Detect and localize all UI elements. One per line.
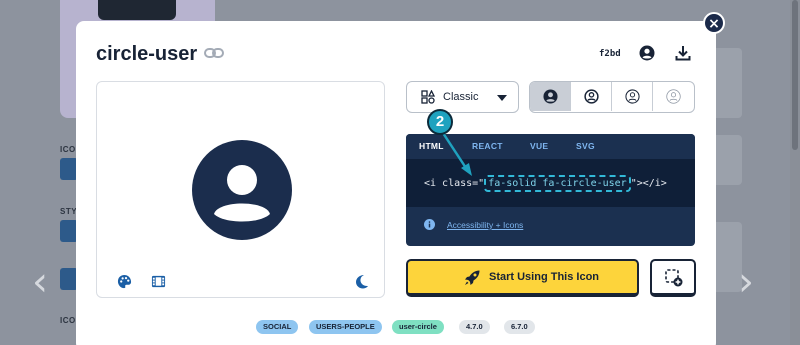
scrollbar-thumb[interactable]: [792, 0, 798, 150]
variant-light-button[interactable]: [612, 82, 653, 111]
background-label: ICO: [60, 316, 76, 325]
style-variant-group: [529, 81, 695, 113]
film-icon[interactable]: [151, 274, 166, 289]
tab-react[interactable]: REACT: [472, 141, 503, 151]
variant-solid-button[interactable]: [530, 82, 571, 111]
add-to-collection-icon: [665, 269, 683, 287]
category-tag[interactable]: SOCIAL: [256, 320, 299, 334]
variant-thin-button[interactable]: [653, 82, 694, 111]
code-prefix: <i class=": [424, 178, 485, 189]
link-icon[interactable]: [204, 45, 224, 61]
version-tag: 4.7.0: [459, 320, 490, 334]
user-light-icon: [625, 89, 640, 104]
callout-number-badge: 2: [427, 109, 453, 135]
previous-icon-arrow[interactable]: ‹: [32, 262, 48, 302]
user-icon[interactable]: [639, 45, 655, 61]
download-icon[interactable]: [675, 45, 691, 61]
icon-detail-modal: circle-user f2bd Classic HTML REACT VUE …: [76, 21, 716, 345]
background-thumbnail-dark: [98, 0, 176, 20]
version-tag: 6.7.0: [504, 320, 535, 334]
code-suffix: "></i>: [630, 178, 667, 189]
user-regular-icon: [584, 89, 599, 104]
code-snippet[interactable]: <i class=" fa-solid fa-circle-user "></i>: [424, 175, 667, 192]
scrollbar[interactable]: [790, 0, 800, 345]
background-label: ICO: [60, 145, 76, 154]
background-label: STY: [60, 207, 78, 216]
code-snippet-panel: HTML REACT VUE SVG <i class=" fa-solid fa…: [406, 134, 695, 246]
start-using-label: Start Using This Icon: [489, 271, 600, 283]
unicode-code[interactable]: f2bd: [599, 49, 621, 59]
circle-user-icon: [192, 140, 292, 240]
info-icon: [424, 219, 435, 230]
highlighted-class-names[interactable]: fa-solid fa-circle-user: [484, 175, 631, 192]
tab-vue[interactable]: VUE: [530, 141, 548, 151]
family-style-value: Classic: [443, 91, 479, 103]
close-icon[interactable]: ×: [703, 12, 725, 34]
family-style-dropdown[interactable]: Classic: [406, 81, 519, 113]
tab-html[interactable]: HTML: [419, 141, 444, 151]
accessibility-link[interactable]: Accessibility + Icons: [447, 220, 523, 230]
user-thin-icon: [666, 89, 681, 104]
icon-title: circle-user: [96, 43, 198, 65]
user-solid-icon: [543, 89, 558, 104]
rocket-icon: [465, 270, 480, 285]
code-tabs: HTML REACT VUE SVG: [406, 134, 695, 159]
shapes-icon: [421, 90, 435, 104]
variant-regular-button[interactable]: [571, 82, 612, 111]
tab-svg[interactable]: SVG: [576, 141, 595, 151]
alias-tag[interactable]: user-circle: [392, 320, 444, 334]
chevron-down-icon: [497, 95, 507, 101]
background-card: [712, 48, 742, 118]
next-icon-arrow[interactable]: ›: [738, 262, 754, 302]
moon-icon[interactable]: [355, 274, 369, 289]
background-card: [712, 135, 742, 185]
icon-preview: [96, 81, 385, 298]
start-using-icon-button[interactable]: Start Using This Icon: [406, 259, 639, 297]
palette-icon[interactable]: [117, 274, 132, 289]
add-to-collection-button[interactable]: [650, 259, 696, 297]
category-tag[interactable]: USERS-PEOPLE: [309, 320, 382, 334]
code-area[interactable]: <i class=" fa-solid fa-circle-user "></i>: [406, 159, 695, 207]
